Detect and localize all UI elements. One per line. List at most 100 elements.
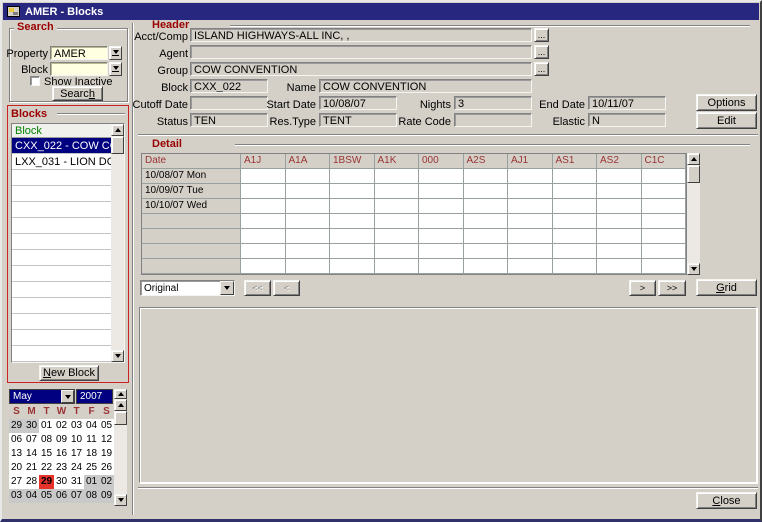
grid-cell[interactable] xyxy=(508,259,553,274)
nights-field[interactable]: 3 xyxy=(454,96,532,110)
grid-cell[interactable] xyxy=(553,244,598,259)
next-page-button[interactable]: > xyxy=(629,280,656,296)
grid-cell[interactable] xyxy=(330,169,375,184)
calendar-day[interactable]: 04 xyxy=(84,419,99,433)
calendar-day[interactable]: 10 xyxy=(69,433,84,447)
grid-cell[interactable] xyxy=(597,229,642,244)
grid-cell[interactable] xyxy=(553,229,598,244)
view-dropdown-button[interactable] xyxy=(220,281,234,295)
grid-cell[interactable] xyxy=(508,184,553,199)
acct-comp-ellipsis-button[interactable]: ... xyxy=(534,28,549,42)
grid-cell[interactable] xyxy=(330,199,375,214)
grid-cell[interactable] xyxy=(419,244,464,259)
calendar-day[interactable]: 09 xyxy=(54,433,69,447)
grid-cell[interactable] xyxy=(464,229,509,244)
calendar-day[interactable]: 12 xyxy=(99,433,114,447)
calendar-day[interactable]: 22 xyxy=(39,461,54,475)
calendar-day[interactable]: 03 xyxy=(9,489,24,503)
last-page-button[interactable]: >> xyxy=(658,280,686,296)
calendar-day[interactable]: 08 xyxy=(39,433,54,447)
grid-cell[interactable] xyxy=(464,169,509,184)
grid-cell[interactable] xyxy=(642,259,687,274)
grid-cell[interactable] xyxy=(464,259,509,274)
grid-cell[interactable] xyxy=(330,184,375,199)
grid-cell[interactable] xyxy=(286,244,331,259)
grid-cell[interactable] xyxy=(375,229,420,244)
calendar-day[interactable]: 17 xyxy=(69,447,84,461)
blocks-list-scrollbar[interactable] xyxy=(111,124,124,362)
calendar-day[interactable]: 29 xyxy=(9,419,24,433)
search-button[interactable]: Search xyxy=(52,86,103,101)
calendar-day[interactable]: 08 xyxy=(84,489,99,503)
grid-button[interactable]: Grid xyxy=(696,279,757,296)
prev-page-button[interactable]: < xyxy=(273,280,300,296)
grid-cell[interactable] xyxy=(508,169,553,184)
calendar-day[interactable]: 01 xyxy=(84,475,99,489)
calendar-day[interactable]: 04 xyxy=(24,489,39,503)
show-inactive-checkbox[interactable] xyxy=(30,76,40,86)
property-input[interactable]: AMER xyxy=(50,46,108,60)
close-button[interactable]: Close xyxy=(696,492,757,509)
grid-cell[interactable] xyxy=(597,244,642,259)
end-date-field[interactable]: 10/11/07 xyxy=(588,96,666,110)
block-input[interactable] xyxy=(50,62,108,76)
block-list-button[interactable] xyxy=(109,62,122,76)
grid-cell[interactable] xyxy=(419,169,464,184)
new-block-button[interactable]: New Block xyxy=(39,365,99,381)
calendar-day[interactable]: 06 xyxy=(9,433,24,447)
grid-cell[interactable] xyxy=(241,184,286,199)
first-page-button[interactable]: << xyxy=(244,280,271,296)
agent-field[interactable] xyxy=(190,45,532,59)
grid-cell[interactable] xyxy=(286,169,331,184)
grid-cell[interactable] xyxy=(597,169,642,184)
calendar-day[interactable]: 07 xyxy=(69,489,84,503)
block-list-empty-row[interactable] xyxy=(12,266,111,282)
grid-cell[interactable] xyxy=(375,214,420,229)
calendar-day[interactable]: 30 xyxy=(24,419,39,433)
grid-cell[interactable] xyxy=(553,199,598,214)
grid-cell[interactable] xyxy=(464,214,509,229)
scrollbar-thumb[interactable] xyxy=(111,136,124,154)
calendar-day[interactable]: 31 xyxy=(69,475,84,489)
scroll-down-button[interactable] xyxy=(687,263,700,275)
calendar-day[interactable]: 06 xyxy=(54,489,69,503)
block-list-empty-row[interactable] xyxy=(12,202,111,218)
grid-cell[interactable] xyxy=(241,244,286,259)
grid-cell[interactable] xyxy=(642,169,687,184)
agent-ellipsis-button[interactable]: ... xyxy=(534,45,549,59)
calendar-day[interactable]: 05 xyxy=(99,419,114,433)
grid-cell[interactable] xyxy=(286,259,331,274)
grid-cell[interactable] xyxy=(553,169,598,184)
grid-cell[interactable] xyxy=(375,244,420,259)
grid-cell[interactable] xyxy=(464,199,509,214)
calendar-day[interactable]: 18 xyxy=(84,447,99,461)
grid-cell[interactable] xyxy=(553,259,598,274)
calendar-day[interactable]: 27 xyxy=(9,475,24,489)
scrollbar-thumb[interactable] xyxy=(687,165,700,183)
grid-cell[interactable] xyxy=(330,259,375,274)
name-field[interactable]: COW CONVENTION xyxy=(319,79,532,93)
block-list-empty-row[interactable] xyxy=(12,186,111,202)
calendar-day[interactable]: 03 xyxy=(69,419,84,433)
grid-cell[interactable] xyxy=(597,259,642,274)
grid-cell[interactable] xyxy=(375,199,420,214)
block-list-empty-row[interactable] xyxy=(12,314,111,330)
calendar-day[interactable]: 01 xyxy=(39,419,54,433)
group-field[interactable]: COW CONVENTION xyxy=(190,62,532,76)
grid-cell[interactable] xyxy=(375,259,420,274)
calendar-day[interactable]: 02 xyxy=(54,419,69,433)
calendar-day[interactable]: 30 xyxy=(54,475,69,489)
grid-cell[interactable] xyxy=(642,244,687,259)
scroll-down-button[interactable] xyxy=(111,350,124,362)
grid-cell[interactable] xyxy=(642,184,687,199)
grid-cell[interactable] xyxy=(642,214,687,229)
grid-cell[interactable] xyxy=(508,244,553,259)
calendar-day[interactable]: 25 xyxy=(84,461,99,475)
grid-cell[interactable] xyxy=(508,214,553,229)
block-list-empty-row[interactable] xyxy=(12,234,111,250)
calendar-day-selected[interactable]: 29 xyxy=(39,475,54,489)
calendar-day[interactable]: 16 xyxy=(54,447,69,461)
year-spin-up-button[interactable] xyxy=(114,389,127,399)
calendar-scrollbar[interactable] xyxy=(114,389,127,506)
calendar-day[interactable]: 13 xyxy=(9,447,24,461)
